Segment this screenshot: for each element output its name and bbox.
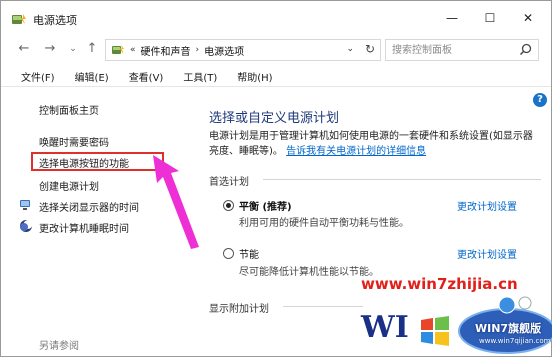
- menu-edit[interactable]: 编辑(E): [75, 65, 109, 86]
- sidebar-item-control-panel-home[interactable]: 控制面板主页: [39, 102, 99, 117]
- plan-saver-name[interactable]: 节能: [239, 246, 259, 261]
- plan-saver-radio[interactable]: [223, 248, 234, 259]
- search-box[interactable]: [385, 39, 539, 61]
- breadcrumb-overflow[interactable]: «: [130, 45, 136, 55]
- address-dropdown-icon[interactable]: ⌄: [346, 44, 354, 54]
- show-additional-plans[interactable]: 显示附加计划: [209, 300, 269, 315]
- menu-tools[interactable]: 工具(T): [183, 65, 217, 86]
- section-divider: [283, 306, 363, 307]
- monitor-shield-icon: [20, 200, 30, 210]
- power-options-icon: [12, 14, 26, 24]
- control-panel-window: 电源选项 — ☐ ✕ ← → ⌄ ↑ « 硬件和声音 › 电源选项 ⌄ ↻ 搜索…: [0, 0, 552, 357]
- menu-view[interactable]: 查看(V): [129, 65, 164, 86]
- breadcrumb-hardware-sound[interactable]: 硬件和声音: [141, 43, 191, 58]
- menu-help[interactable]: 帮助(H): [237, 65, 272, 86]
- plan-saver-description: 尽可能降低计算机性能以节能。: [239, 267, 379, 278]
- section-divider: [263, 179, 541, 180]
- plan-saver-change-link[interactable]: 更改计划设置: [457, 246, 517, 261]
- plan-balanced-name[interactable]: 平衡 (推荐): [239, 198, 292, 213]
- moon-icon: [20, 220, 33, 232]
- plan-balanced-description: 利用可用的硬件自动平衡功耗与性能。: [239, 218, 409, 229]
- search-input[interactable]: [392, 40, 512, 60]
- sidebar-item-sleep-time[interactable]: 更改计算机睡眠时间: [39, 220, 129, 235]
- svg-text:WI: WI: [360, 310, 409, 345]
- highlight-box: [31, 152, 164, 171]
- annotation-arrow: [153, 155, 199, 249]
- up-arrow-icon[interactable]: ↑: [83, 40, 101, 58]
- recent-locations-icon[interactable]: ⌄: [64, 40, 82, 58]
- breadcrumb-separator[interactable]: ›: [196, 45, 200, 55]
- preferred-plans-heading: 首选计划: [209, 177, 249, 188]
- learn-more-link[interactable]: 告诉我有关电源计划的详细信息: [286, 146, 426, 157]
- menu-file[interactable]: 文件(F): [21, 65, 55, 86]
- menu-bar: 文件(F) 编辑(E) 查看(V) 工具(T) 帮助(H): [1, 65, 551, 87]
- window-title: 电源选项: [33, 14, 77, 27]
- see-also-heading: 另请参阅: [39, 341, 79, 352]
- title-bar: 电源选项 — ☐ ✕: [1, 1, 551, 35]
- maximize-button[interactable]: ☐: [475, 7, 505, 29]
- plan-balanced-radio[interactable]: [223, 200, 234, 211]
- search-icon[interactable]: [519, 43, 532, 56]
- breadcrumb-power-options[interactable]: 电源选项: [204, 43, 244, 58]
- watermark-brand: WIN7旗舰版: [475, 322, 542, 335]
- plan-balanced-change-link[interactable]: 更改计划设置: [457, 198, 517, 213]
- sidebar-item-create-plan[interactable]: 创建电源计划: [39, 178, 99, 193]
- control-panel-icon: [112, 45, 124, 54]
- minimize-button[interactable]: —: [437, 7, 467, 29]
- refresh-icon[interactable]: ↻: [365, 42, 375, 56]
- help-icon[interactable]: ?: [533, 93, 547, 107]
- sidebar-item-require-password[interactable]: 唤醒时需要密码: [39, 134, 109, 149]
- sidebar-item-display-off[interactable]: 选择关闭显示器的时间: [39, 199, 139, 214]
- address-bar[interactable]: « 硬件和声音 › 电源选项 ⌄ ↻: [105, 39, 381, 61]
- navigation-bar: ← → ⌄ ↑ « 硬件和声音 › 电源选项 ⌄ ↻: [1, 35, 551, 63]
- close-button[interactable]: ✕: [513, 7, 543, 29]
- forward-arrow-icon[interactable]: →: [41, 40, 59, 58]
- back-arrow-icon[interactable]: ←: [15, 40, 33, 58]
- page-title: 选择或自定义电源计划: [209, 111, 340, 126]
- watermark-sub-url: www.win7qijian.com: [479, 337, 551, 345]
- page-description: 电源计划是用于管理计算机如何使用电源的一套硬件和系统设置(如显示器亮度、睡眠等)…: [209, 129, 539, 159]
- watermark-url: www.win7zhijia.cn: [361, 275, 518, 293]
